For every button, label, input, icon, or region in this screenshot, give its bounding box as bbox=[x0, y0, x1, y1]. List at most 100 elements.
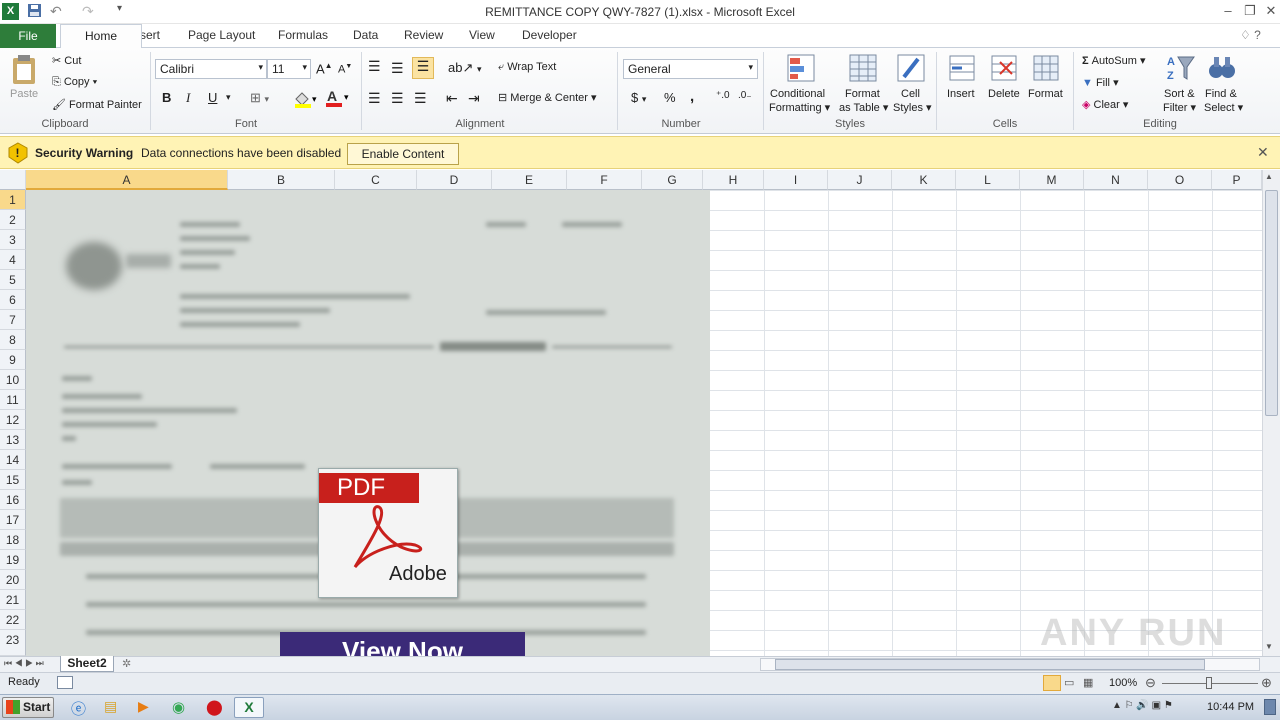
column-header-d[interactable]: D bbox=[417, 170, 492, 190]
restore-icon[interactable]: ❐ bbox=[1240, 2, 1260, 20]
font-color-icon[interactable]: A ▾ bbox=[325, 88, 353, 111]
insert-sheet-icon[interactable]: ✲ bbox=[122, 657, 131, 670]
underline-button[interactable]: U bbox=[208, 90, 217, 105]
column-header-l[interactable]: L bbox=[956, 170, 1020, 190]
cell-styles-label-1[interactable]: Cell bbox=[901, 88, 920, 100]
tab-review[interactable]: Review bbox=[404, 28, 443, 42]
autosum-button[interactable]: Σ AutoSum ▾ bbox=[1082, 54, 1146, 67]
cut-button[interactable]: ✂ Cut bbox=[52, 54, 81, 67]
align-bottom-icon[interactable]: ☰ bbox=[412, 57, 434, 79]
row-header[interactable]: 22 bbox=[0, 610, 26, 630]
number-format-select[interactable]: General ▾ bbox=[623, 59, 758, 79]
close-icon[interactable]: ✕ bbox=[1261, 2, 1280, 20]
row-header[interactable]: 23 bbox=[0, 630, 26, 656]
macro-record-icon[interactable] bbox=[57, 676, 73, 689]
select-all-corner[interactable] bbox=[0, 170, 26, 190]
wrap-text-button[interactable]: ⤶ Wrap Text bbox=[498, 61, 556, 74]
row-header[interactable]: 8 bbox=[0, 330, 26, 350]
column-header-m[interactable]: M bbox=[1020, 170, 1084, 190]
borders-icon[interactable]: ⊞ ▾ bbox=[250, 90, 269, 106]
row-header[interactable]: 6 bbox=[0, 290, 26, 310]
page-layout-view-icon[interactable]: ▭ bbox=[1064, 676, 1074, 689]
clear-button[interactable]: ◈ Clear ▾ bbox=[1082, 98, 1128, 111]
align-center-icon[interactable]: ☰ bbox=[391, 90, 404, 107]
align-top-icon[interactable]: ☰ bbox=[368, 58, 381, 75]
format-as-table-icon[interactable] bbox=[848, 53, 878, 86]
column-header-c[interactable]: C bbox=[335, 170, 417, 190]
increase-indent-icon[interactable]: ⇥ bbox=[468, 90, 480, 107]
tab-view[interactable]: View bbox=[469, 28, 495, 42]
zoom-out-icon[interactable]: ⊖ bbox=[1145, 675, 1156, 691]
grow-font-icon[interactable]: A▲ bbox=[316, 61, 333, 76]
bold-button[interactable]: B bbox=[162, 90, 171, 105]
column-header-n[interactable]: N bbox=[1084, 170, 1148, 190]
column-header-b[interactable]: B bbox=[228, 170, 335, 190]
font-size-select[interactable]: 11 ▾ bbox=[267, 59, 311, 79]
column-header-g[interactable]: G bbox=[642, 170, 703, 190]
copy-button[interactable]: ⎘ Copy ▾ bbox=[52, 76, 97, 89]
find-select-label-2[interactable]: Select ▾ bbox=[1204, 101, 1243, 114]
vertical-scrollbar[interactable]: ▲ ▼ bbox=[1262, 170, 1280, 656]
view-now-button[interactable]: View Now bbox=[280, 632, 525, 656]
find-select-label-1[interactable]: Find & bbox=[1205, 88, 1237, 100]
cell-styles-label-2[interactable]: Styles ▾ bbox=[893, 101, 932, 114]
horizontal-scroll-thumb[interactable] bbox=[775, 659, 1205, 670]
font-name-select[interactable]: Calibri ▾ bbox=[155, 59, 267, 79]
insert-cells-icon[interactable] bbox=[948, 54, 976, 85]
underline-dropdown-icon[interactable]: ▾ bbox=[226, 92, 231, 103]
sort-filter-label-1[interactable]: Sort & bbox=[1164, 88, 1195, 100]
row-header[interactable]: 21 bbox=[0, 590, 26, 610]
percent-button[interactable]: % bbox=[664, 90, 676, 105]
zoom-in-icon[interactable]: ⊕ bbox=[1261, 675, 1272, 691]
help-icon[interactable]: ♢ ? bbox=[1240, 28, 1261, 42]
sort-filter-icon[interactable]: AZ bbox=[1166, 53, 1196, 86]
show-desktop-button[interactable] bbox=[1264, 699, 1276, 715]
sheet-tab-sheet2[interactable]: Sheet2 bbox=[60, 656, 114, 672]
zoom-level[interactable]: 100% bbox=[1109, 677, 1137, 689]
row-header[interactable]: 3 bbox=[0, 230, 26, 250]
format-painter-button[interactable]: 🖌 Format Painter bbox=[52, 98, 142, 111]
italic-button[interactable]: I bbox=[186, 90, 190, 106]
column-header-a[interactable]: A bbox=[26, 170, 228, 190]
close-warning-icon[interactable]: ✕ bbox=[1257, 144, 1269, 161]
shrink-font-icon[interactable]: A▼ bbox=[338, 63, 352, 76]
format-as-table-label-2[interactable]: as Table ▾ bbox=[839, 101, 888, 114]
align-middle-icon[interactable]: ☰ bbox=[391, 60, 404, 77]
row-header[interactable]: 14 bbox=[0, 450, 26, 470]
page-break-view-icon[interactable]: ▦ bbox=[1083, 676, 1093, 689]
row-header[interactable]: 10 bbox=[0, 370, 26, 390]
media-player-icon[interactable]: ▶ bbox=[138, 698, 149, 715]
column-header-f[interactable]: F bbox=[567, 170, 642, 190]
row-header[interactable]: 16 bbox=[0, 490, 26, 510]
explorer-folder-icon[interactable]: ▤ bbox=[104, 698, 117, 715]
scroll-down-icon[interactable]: ▼ bbox=[1265, 642, 1273, 651]
decrease-decimal-icon[interactable]: .0₋ bbox=[738, 90, 752, 101]
sort-filter-label-2[interactable]: Filter ▾ bbox=[1163, 101, 1196, 114]
conditional-formatting-icon[interactable] bbox=[786, 53, 816, 86]
row-header[interactable]: 2 bbox=[0, 210, 26, 230]
row-header[interactable]: 4 bbox=[0, 250, 26, 270]
tab-formulas[interactable]: Formulas bbox=[278, 28, 328, 42]
column-header-o[interactable]: O bbox=[1148, 170, 1212, 190]
clock[interactable]: 10:44 PM bbox=[1207, 701, 1254, 713]
excel-taskbar-icon[interactable]: X bbox=[234, 697, 264, 718]
column-header-j[interactable]: J bbox=[828, 170, 892, 190]
tab-data[interactable]: Data bbox=[353, 28, 378, 42]
row-header[interactable]: 19 bbox=[0, 550, 26, 570]
column-header-e[interactable]: E bbox=[492, 170, 567, 190]
row-header[interactable]: 7 bbox=[0, 310, 26, 330]
column-header-h[interactable]: H bbox=[703, 170, 764, 190]
cell-styles-icon[interactable] bbox=[896, 53, 926, 86]
decrease-indent-icon[interactable]: ⇤ bbox=[446, 90, 458, 107]
insert-cells-label[interactable]: Insert bbox=[947, 88, 975, 100]
chrome-icon[interactable]: ◉ bbox=[172, 698, 185, 716]
row-header[interactable]: 13 bbox=[0, 430, 26, 450]
scroll-up-icon[interactable]: ▲ bbox=[1265, 172, 1273, 181]
tray-icons[interactable]: ▲ ⚐ 🔊 ▣ ⚑ bbox=[1112, 700, 1173, 711]
delete-cells-label[interactable]: Delete bbox=[988, 88, 1020, 100]
column-header-k[interactable]: K bbox=[892, 170, 956, 190]
opera-icon[interactable]: ⬤ bbox=[206, 698, 223, 716]
tab-home[interactable]: Home bbox=[60, 24, 142, 49]
paste-icon[interactable] bbox=[10, 54, 38, 89]
align-left-icon[interactable]: ☰ bbox=[368, 90, 381, 107]
